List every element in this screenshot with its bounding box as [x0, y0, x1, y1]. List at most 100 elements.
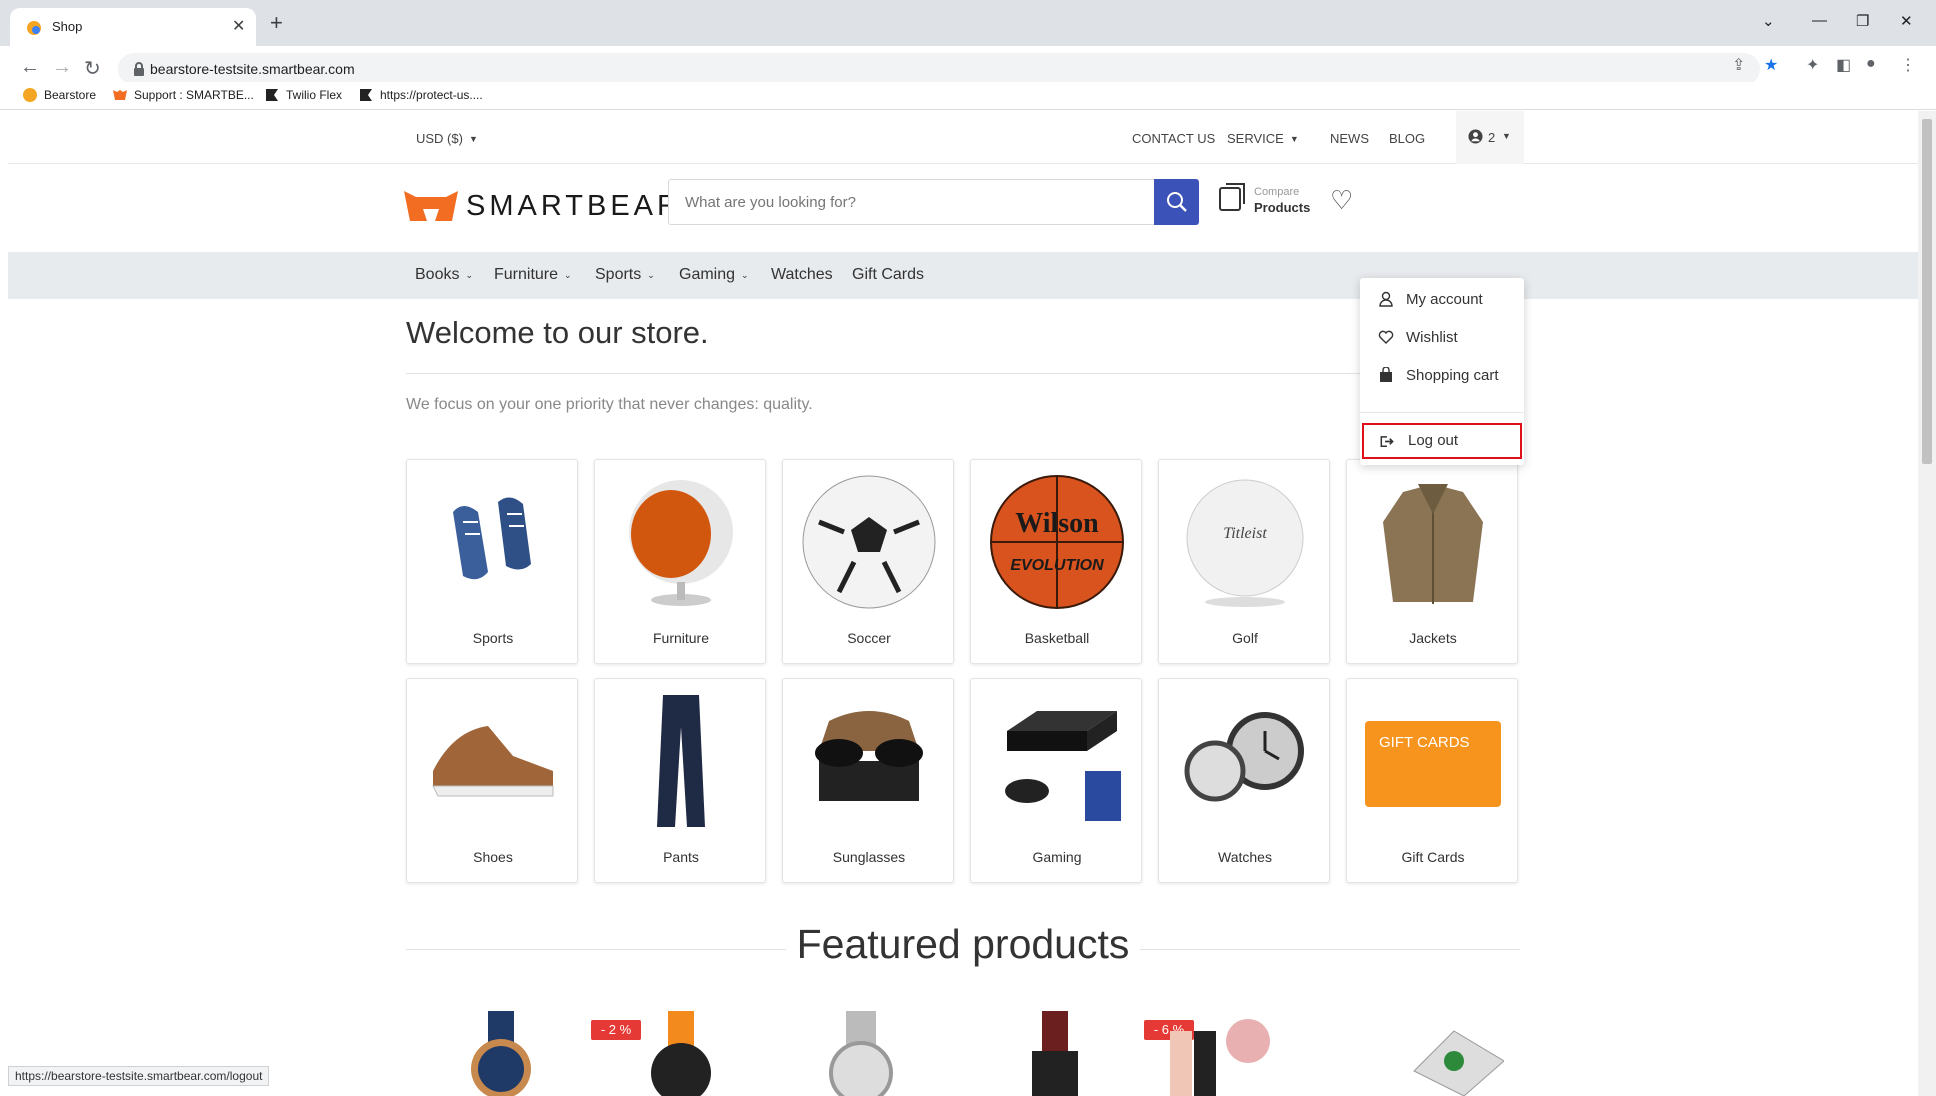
shoe-image — [432, 726, 554, 797]
forward-icon[interactable]: → — [52, 56, 72, 79]
bookmark-protect[interactable]: https://protect-us.... — [358, 87, 483, 103]
blog-link[interactable]: BLOG — [1389, 131, 1425, 146]
reload-icon[interactable]: ↻ — [84, 56, 101, 81]
url-text: bearstore-testsite.smartbear.com — [150, 61, 355, 77]
service-menu[interactable]: SERVICE ▼ — [1227, 131, 1299, 146]
menu-item-shopping-cart[interactable]: Shopping cart — [1360, 358, 1524, 392]
chevron-down-icon: ▼ — [468, 134, 478, 144]
omnibox[interactable]: bearstore-testsite.smartbear.com — [118, 53, 1760, 85]
share-icon[interactable]: ⇪ — [1732, 55, 1745, 75]
user-icon — [1379, 291, 1393, 307]
welcome-heading: Welcome to our store. — [406, 315, 709, 350]
smartbear-logo[interactable]: SMARTBEAR. — [404, 189, 690, 223]
browser-tab[interactable]: Shop ✕ — [10, 8, 256, 46]
browser-titlebar: Shop ✕ + ⌄ — ❐ ✕ — [0, 0, 1936, 46]
bookmark-bearstore[interactable]: Bearstore — [22, 87, 96, 103]
category-tile-shoes[interactable]: Shoes — [406, 678, 578, 883]
site-header: SMARTBEAR. Compare Products ♡ — [8, 165, 1918, 252]
category-tile-soccer[interactable]: Soccer — [782, 459, 954, 664]
watches-image — [1184, 712, 1304, 802]
nav-sports[interactable]: Sports ⌄ — [595, 266, 655, 284]
heart-icon — [1378, 330, 1394, 344]
shop-favicon-icon — [27, 21, 41, 35]
page-scrollbar[interactable] — [1918, 111, 1936, 1096]
tab-search-icon[interactable]: ⌄ — [1762, 12, 1775, 30]
nav-furniture[interactable]: Furniture ⌄ — [494, 266, 572, 284]
extensions-icon[interactable]: ✦ — [1806, 55, 1819, 75]
bookmark-support[interactable]: Support : SMARTBE... — [112, 87, 254, 103]
sunglasses-image — [815, 711, 923, 801]
svg-text:Wilson: Wilson — [1015, 508, 1099, 539]
flag-icon — [266, 89, 278, 101]
category-tile-watches[interactable]: Watches — [1158, 678, 1330, 883]
category-tile-gift-cards[interactable]: GIFT CARDS Gift Cards — [1346, 678, 1518, 883]
category-tile-sunglasses[interactable]: Sunglasses — [782, 678, 954, 883]
user-menu-button[interactable]: 2 ▼ — [1456, 111, 1524, 164]
menu-item-wishlist[interactable]: Wishlist — [1360, 320, 1524, 354]
category-nav: Books ⌄ Furniture ⌄ Sports ⌄ Gaming ⌄ Watche… — [8, 252, 1918, 299]
side-panel-icon[interactable]: ◧ — [1836, 55, 1851, 75]
nav-gift-cards[interactable]: Gift Cards — [852, 266, 924, 284]
search-icon — [1167, 192, 1187, 212]
soccer-ball-image — [802, 475, 936, 609]
bookmarks-bar: Bearstore Support : SMARTBE... Twilio Fl… — [0, 82, 1936, 110]
nav-gaming[interactable]: Gaming ⌄ — [679, 266, 749, 284]
golf-ball-image: Titleist — [1186, 479, 1304, 607]
bookmark-twilio[interactable]: Twilio Flex — [264, 87, 342, 103]
svg-text:GIFT CARDS: GIFT CARDS — [1379, 734, 1470, 751]
category-tile-gaming[interactable]: Gaming — [970, 678, 1142, 883]
divider — [1360, 412, 1524, 413]
menu-item-log-out[interactable]: Log out — [1362, 423, 1522, 459]
back-icon[interactable]: ← — [20, 56, 40, 79]
user-circle-icon — [1468, 129, 1483, 144]
nav-books[interactable]: Books ⌄ — [415, 266, 473, 284]
scrollbar-thumb[interactable] — [1922, 119, 1932, 464]
minimize-button[interactable]: — — [1812, 12, 1827, 29]
smartbear-icon — [113, 90, 127, 100]
featured-heading: Featured products — [796, 921, 1130, 967]
bearstore-icon — [23, 88, 37, 102]
product-watch-3-image — [829, 1011, 893, 1096]
news-link[interactable]: NEWS — [1330, 131, 1369, 146]
chevron-down-icon: ⌄ — [647, 270, 655, 280]
category-tile-basketball[interactable]: Wilson EVOLUTION Basketball — [970, 459, 1142, 664]
compare-icon — [1219, 183, 1245, 211]
category-tile-sports[interactable]: Sports — [406, 459, 578, 664]
top-utility-bar: USD ($) ▼ CONTACT US SERVICE ▼ NEWS BLOG 2… — [8, 111, 1918, 164]
wishlist-heart-icon[interactable]: ♡ — [1330, 185, 1353, 216]
search-input[interactable] — [668, 179, 1156, 225]
category-tile-jackets[interactable]: Jackets — [1346, 459, 1518, 664]
contact-us-link[interactable]: CONTACT US — [1132, 131, 1215, 146]
status-bar-url: https://bearstore-testsite.smartbear.com… — [8, 1066, 270, 1086]
chevron-down-icon: ▼ — [1289, 134, 1299, 144]
shopping-bag-icon — [1380, 367, 1392, 382]
lock-icon — [134, 62, 144, 76]
menu-icon[interactable]: ⋮ — [1900, 55, 1916, 75]
product-watch-4-image — [1032, 1011, 1078, 1096]
tab-title: Shop — [52, 19, 83, 34]
new-tab-button[interactable]: + — [270, 12, 283, 34]
user-count: 2 — [1488, 130, 1496, 145]
chevron-down-icon: ⌄ — [465, 270, 474, 280]
basketball-image: Wilson EVOLUTION — [990, 475, 1124, 609]
currency-selector[interactable]: USD ($) ▼ — [416, 131, 478, 146]
category-tile-pants[interactable]: Pants — [594, 678, 766, 883]
svg-text:Titleist: Titleist — [1223, 525, 1267, 542]
sign-out-icon — [1380, 436, 1394, 447]
close-tab-icon[interactable]: ✕ — [232, 16, 245, 36]
restore-button[interactable]: ❐ — [1856, 12, 1869, 30]
bear-logo-icon — [404, 191, 458, 221]
product-watch-2-image — [651, 1011, 711, 1096]
bookmark-star-icon[interactable]: ★ — [1764, 55, 1778, 75]
search-button[interactable] — [1154, 179, 1199, 225]
sneakers-image — [453, 497, 531, 580]
category-tile-furniture[interactable]: Furniture — [594, 459, 766, 664]
nav-watches[interactable]: Watches — [771, 266, 833, 284]
svg-text:EVOLUTION: EVOLUTION — [1010, 557, 1104, 574]
profile-icon[interactable]: ● — [1866, 55, 1876, 73]
menu-item-my-account[interactable]: My account — [1360, 282, 1524, 316]
close-window-button[interactable]: ✕ — [1900, 12, 1913, 30]
chevron-down-icon: ⌄ — [741, 270, 749, 280]
egg-chair-image — [629, 480, 733, 606]
category-tile-golf[interactable]: Titleist Golf — [1158, 459, 1330, 664]
